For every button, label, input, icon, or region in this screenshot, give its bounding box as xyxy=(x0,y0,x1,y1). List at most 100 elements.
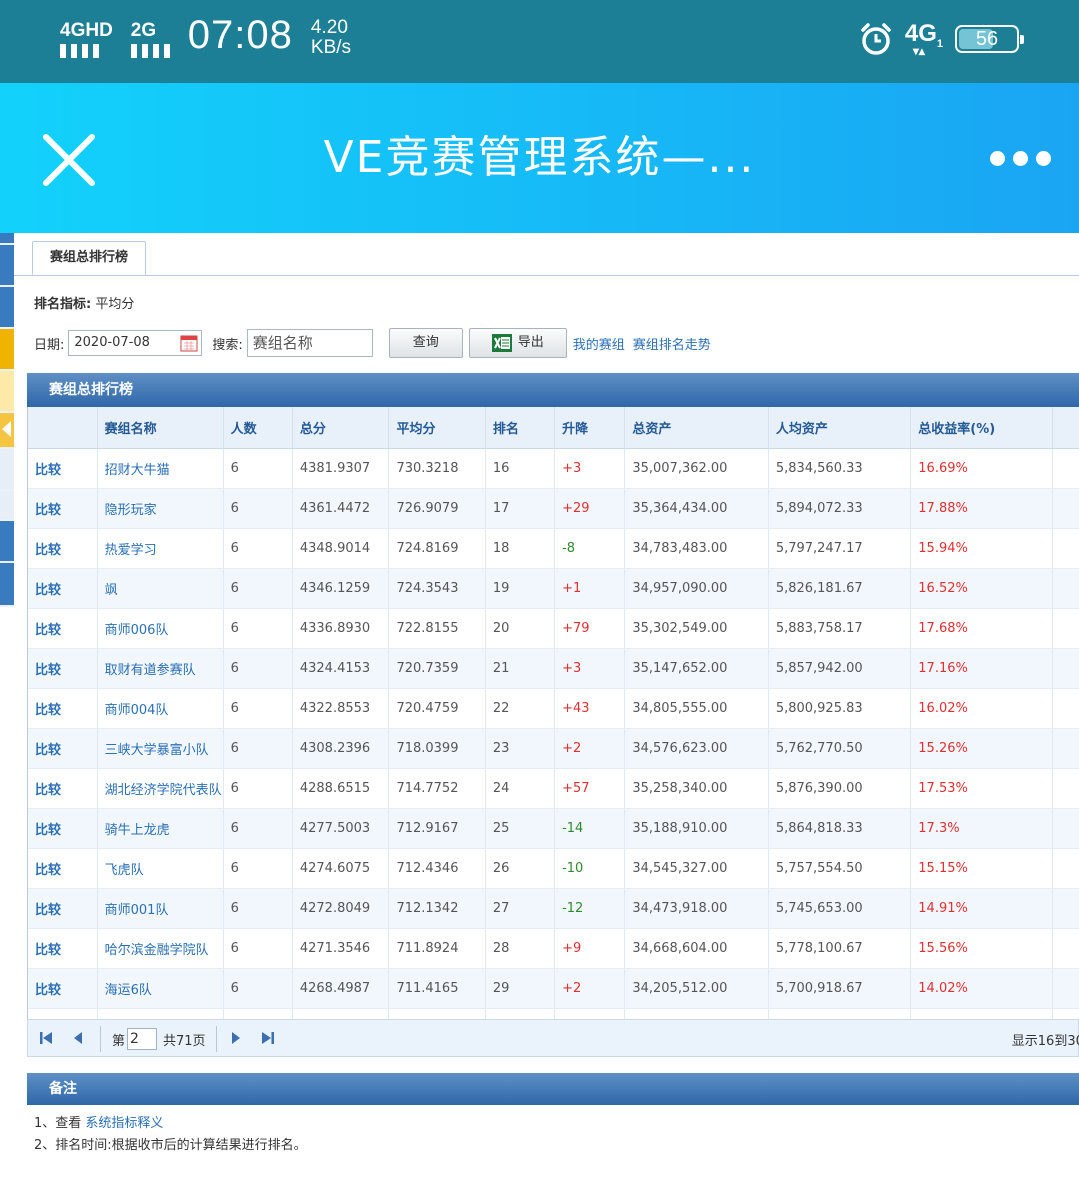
column-header-avg-score[interactable]: 平均分 xyxy=(388,407,486,449)
search-input[interactable]: 赛组名称 xyxy=(246,329,373,357)
cell-total-score: 4324.4153 xyxy=(292,648,390,689)
cell-compare[interactable]: 比较 xyxy=(28,848,98,889)
cell-rank: 19 xyxy=(485,568,556,609)
left-nav-item[interactable] xyxy=(0,371,14,413)
indicator-definition-link[interactable]: 系统指标释义 xyxy=(85,1116,163,1131)
column-header-total-return[interactable]: 总收益率(%) xyxy=(910,407,1053,449)
cell-group-name[interactable]: 取财有道参赛队 xyxy=(97,648,224,689)
cell-compare[interactable]: 比较 xyxy=(28,608,98,649)
cell-group-name[interactable]: 哈尔滨金融学院队 xyxy=(97,928,224,969)
column-header-group-name[interactable]: 赛组名称 xyxy=(97,407,224,449)
cell-group-name[interactable]: 商师006队 xyxy=(97,608,224,649)
date-input[interactable]: 2020-07-08 xyxy=(68,330,203,356)
cell-change: -12 xyxy=(554,888,626,929)
column-header-members[interactable]: 人数 xyxy=(223,407,293,449)
cell-group-name[interactable]: 三峡大学暴富小队 xyxy=(97,728,224,769)
cell-assets-per-member: 5,778,100.67 xyxy=(768,928,912,969)
cell-total-score: 4361.4472 xyxy=(292,488,390,529)
export-button[interactable]: 导出 xyxy=(468,328,567,358)
next-page-icon[interactable] xyxy=(228,1030,244,1046)
cell-compare[interactable]: 比较 xyxy=(28,728,98,769)
table-row: 比较 招财大牛猫 6 4381.9307 730.3218 16 +3 35,007,362.… xyxy=(28,448,1079,489)
cell-compare[interactable]: 比较 xyxy=(28,768,98,809)
cell-group-name[interactable]: 商师001队 xyxy=(97,888,224,929)
cell-group-name[interactable]: 隐形玩家 xyxy=(97,488,224,529)
cell-group-name[interactable]: 三峡大学V美队 xyxy=(97,1008,224,1019)
cell-group-name[interactable]: 飒 xyxy=(97,568,224,609)
cell-group-name[interactable]: 骑牛上龙虎 xyxy=(97,808,224,849)
table-row: 比较 飞虎队 6 4274.6075 712.4346 26 -10 34,545,327.0… xyxy=(28,848,1079,889)
cell-group-name[interactable]: 湖北经济学院代表队 xyxy=(97,768,224,809)
cell-group-name[interactable]: 招财大牛猫 xyxy=(97,448,224,489)
cell-avg-score: 711.4165 xyxy=(388,968,486,1009)
cell-total-assets: 34,668,604.00 xyxy=(624,928,769,969)
cell-compare[interactable]: 比较 xyxy=(28,808,98,849)
cell-total-assets: 35,188,910.00 xyxy=(624,808,769,849)
left-nav-item[interactable] xyxy=(0,563,14,607)
cell-compare[interactable]: 比较 xyxy=(28,648,98,689)
cell-assets-per-member: 5,762,770.50 xyxy=(768,728,912,769)
cell-change: -8 xyxy=(554,528,626,569)
cell-filler xyxy=(1052,768,1079,809)
cell-compare[interactable]: 比较 xyxy=(28,1008,98,1019)
left-nav-item[interactable] xyxy=(0,245,14,287)
cell-group-name[interactable]: 海运6队 xyxy=(97,968,224,1009)
cell-group-name[interactable]: 飞虎队 xyxy=(97,848,224,889)
group-trend-link[interactable]: 赛组排名走势 xyxy=(633,334,711,353)
cell-rank: 25 xyxy=(485,808,556,849)
query-button[interactable]: 查询 xyxy=(388,328,463,358)
cell-total-return: 16.69% xyxy=(910,448,1053,489)
left-nav-item-active[interactable] xyxy=(0,329,14,371)
notes-header: 备注 xyxy=(27,1073,1079,1105)
excel-icon xyxy=(491,334,512,352)
cell-compare[interactable]: 比较 xyxy=(28,528,98,569)
left-nav-item[interactable] xyxy=(0,521,14,563)
cell-total-assets: 35,147,652.00 xyxy=(624,648,769,689)
first-page-icon[interactable] xyxy=(38,1030,54,1046)
tab-group-ranking[interactable]: 赛组总排行榜 xyxy=(32,241,146,275)
column-header-total-assets[interactable]: 总资产 xyxy=(624,407,769,449)
cell-change: +2 xyxy=(554,968,626,1009)
cell-rank: 21 xyxy=(485,648,556,689)
more-menu-icon[interactable] xyxy=(990,151,1051,166)
cell-compare[interactable]: 比较 xyxy=(28,688,98,729)
cell-compare[interactable]: 比较 xyxy=(28,928,98,969)
my-group-link[interactable]: 我的赛组 xyxy=(573,334,625,353)
left-nav-item[interactable] xyxy=(0,287,14,329)
cell-filler xyxy=(1052,888,1079,929)
signal-bars-icon xyxy=(60,44,99,58)
left-nav-item[interactable] xyxy=(0,449,14,491)
pagination-info: 显示16到30, xyxy=(1011,1034,1079,1049)
prev-page-icon[interactable] xyxy=(70,1030,86,1046)
column-header-change[interactable]: 升降 xyxy=(554,407,626,449)
cell-total-return: 15.56% xyxy=(910,928,1053,969)
left-nav-item[interactable] xyxy=(0,491,14,521)
cell-avg-score: 711.8924 xyxy=(388,928,486,969)
cell-avg-score: 722.8155 xyxy=(388,608,486,649)
cell-compare[interactable]: 比较 xyxy=(28,448,98,489)
cell-group-name[interactable]: 商师004队 xyxy=(97,688,224,729)
cell-compare[interactable]: 比较 xyxy=(28,888,98,929)
cell-assets-per-member: 5,729,361.33 xyxy=(768,1008,912,1019)
last-page-icon[interactable] xyxy=(260,1030,276,1046)
column-header-assets-per-member[interactable]: 人均资产 xyxy=(768,407,912,449)
left-nav-rail xyxy=(0,233,14,607)
left-nav-item[interactable] xyxy=(0,233,14,245)
cell-group-name[interactable]: 热爱学习 xyxy=(97,528,224,569)
page-number-input[interactable]: 2 xyxy=(127,1028,158,1050)
cell-filler xyxy=(1052,448,1079,489)
cell-compare[interactable]: 比较 xyxy=(28,968,98,1009)
column-header-compare[interactable] xyxy=(28,407,98,449)
cell-compare[interactable]: 比较 xyxy=(28,568,98,609)
cell-compare[interactable]: 比较 xyxy=(28,488,98,529)
cell-members: 6 xyxy=(223,1008,293,1019)
sim2-signal: 2G xyxy=(130,21,170,58)
column-header-rank[interactable]: 排名 xyxy=(485,407,556,449)
data-arrows-icon: ▾▴ xyxy=(912,44,925,59)
column-header-total-score[interactable]: 总分 xyxy=(292,407,390,449)
cell-avg-score: 718.0399 xyxy=(388,728,486,769)
cell-total-assets: 34,783,483.00 xyxy=(624,528,769,569)
cell-members: 6 xyxy=(223,648,293,689)
calendar-icon[interactable] xyxy=(180,334,198,352)
cell-total-return: 15.15% xyxy=(910,848,1053,889)
